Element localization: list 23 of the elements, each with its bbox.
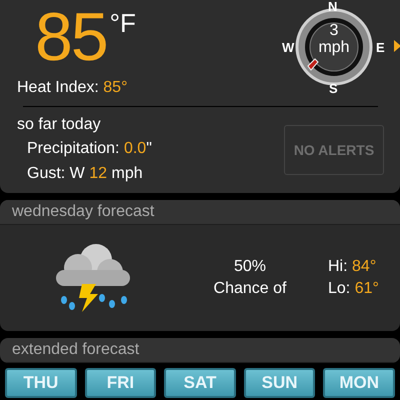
temperature-unit: °F [110,10,136,36]
compass-west: W [282,41,294,54]
wind-speed: 3 mph [317,22,351,56]
panel-title: wednesday forecast [0,200,400,225]
panel-title: extended forecast [0,338,400,363]
day-tab[interactable]: MON [323,368,395,398]
precip-label: Chance of [214,279,286,299]
heat-index: Heat Index: 85° [17,78,128,98]
low-temperature: Lo: 61° [328,279,379,299]
high-temperature: Hi: 84° [328,257,378,277]
compass-east: E [376,41,385,54]
day-tab[interactable]: FRI [84,368,156,398]
precip-chance: 50% [234,257,266,277]
day-tab[interactable]: SUN [244,368,316,398]
day-tab[interactable]: SAT [164,368,236,398]
next-arrow-icon[interactable] [394,40,400,52]
temperature: 85 [35,4,107,70]
stat-line: Gust: W 12 mph [26,164,144,184]
stat-line: Precipitation: 0.0" [26,139,152,159]
day-tab[interactable]: THU [5,368,77,398]
alerts-button[interactable]: NO ALERTS [284,125,384,175]
compass-south: S [329,82,338,95]
section-title: so far today [17,115,102,135]
